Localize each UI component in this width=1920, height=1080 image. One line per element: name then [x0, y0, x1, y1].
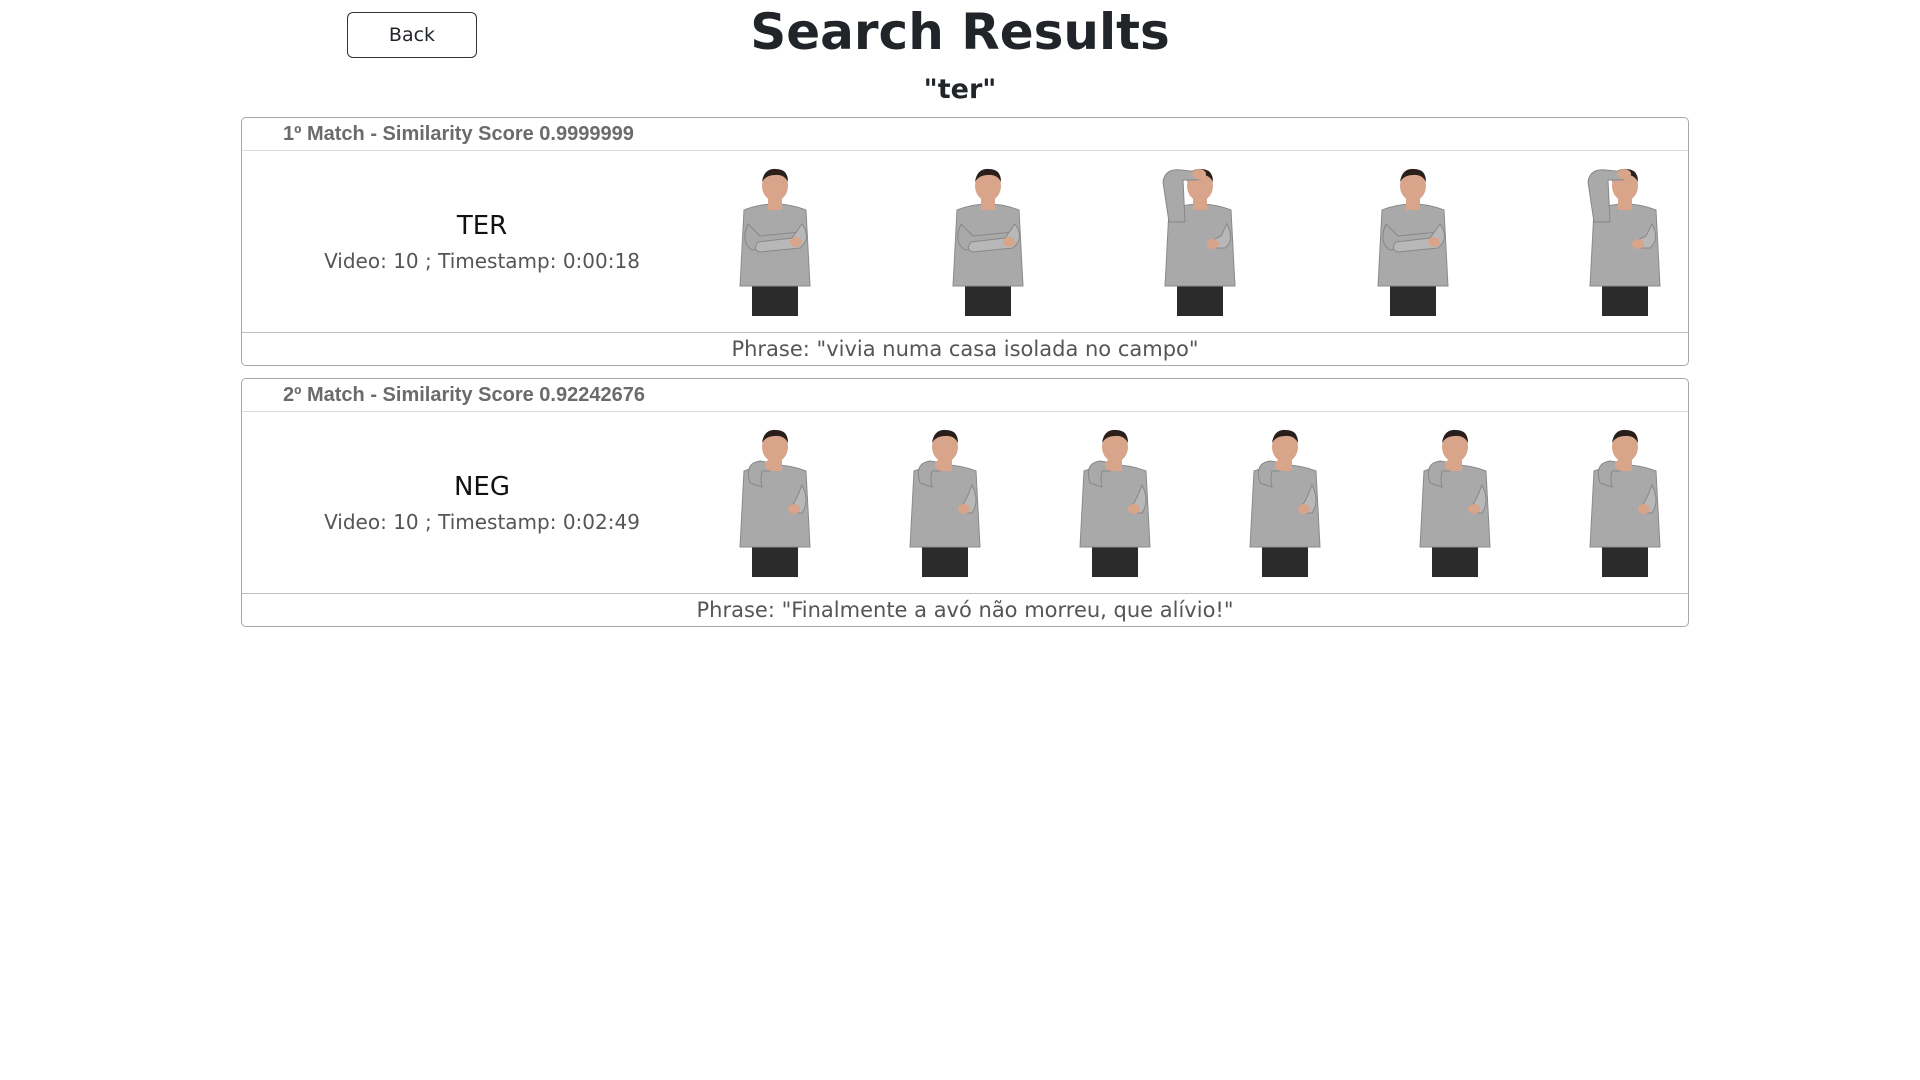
- video-frame-thumbnail: [1580, 162, 1670, 318]
- video-frame-thumbnail: [1155, 162, 1245, 318]
- video-frame-thumbnail: [1410, 423, 1500, 579]
- video-frame-thumbnail: [1580, 423, 1670, 579]
- match-gloss: TER: [456, 210, 508, 241]
- video-frame-thumbnail: [1240, 423, 1330, 579]
- frame-strip: [722, 423, 1688, 583]
- results-list: 1º Match - Similarity Score 0.9999999 TE…: [241, 117, 1689, 639]
- video-frame-thumbnail: [943, 162, 1033, 318]
- match-body: TER Video: 10 ; Timestamp: 0:00:18: [242, 151, 1688, 332]
- match-phrase: Phrase: "vivia numa casa isolada no camp…: [242, 332, 1688, 365]
- video-frame-thumbnail: [1368, 162, 1458, 318]
- match-meta: Video: 10 ; Timestamp: 0:00:18: [324, 248, 640, 273]
- video-frame-thumbnail: [900, 423, 990, 579]
- result-card: 2º Match - Similarity Score 0.92242676 N…: [241, 378, 1689, 627]
- match-phrase: Phrase: "Finalmente a avó não morreu, qu…: [242, 593, 1688, 626]
- result-card: 1º Match - Similarity Score 0.9999999 TE…: [241, 117, 1689, 366]
- match-gloss: NEG: [453, 471, 511, 502]
- search-query: "ter": [923, 74, 997, 105]
- match-body: NEG Video: 10 ; Timestamp: 0:02:49: [242, 412, 1688, 593]
- page-title: Search Results: [750, 3, 1170, 61]
- match-meta: Video: 10 ; Timestamp: 0:02:49: [324, 509, 640, 534]
- match-header: 1º Match - Similarity Score 0.9999999: [242, 118, 1688, 151]
- match-info: NEG Video: 10 ; Timestamp: 0:02:49: [242, 469, 722, 537]
- video-frame-thumbnail: [730, 423, 820, 579]
- video-frame-thumbnail: [730, 162, 820, 318]
- match-header: 2º Match - Similarity Score 0.92242676: [242, 379, 1688, 412]
- match-info: TER Video: 10 ; Timestamp: 0:00:18: [242, 208, 722, 276]
- frame-strip: [722, 162, 1688, 322]
- video-frame-thumbnail: [1070, 423, 1160, 579]
